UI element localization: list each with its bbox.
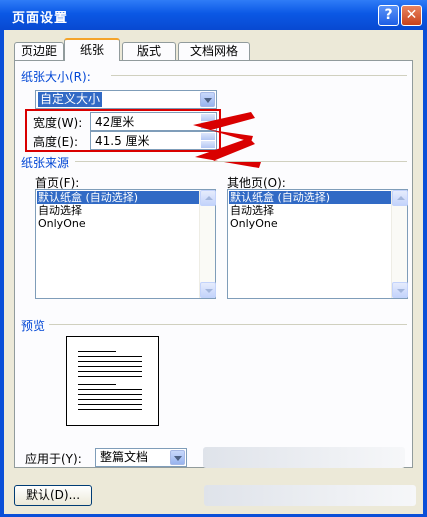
paper-size-value: 自定义大小	[38, 92, 103, 107]
tab-margins[interactable]: 页边距	[14, 42, 64, 61]
help-button[interactable]: ?	[378, 5, 399, 26]
preview-text-line	[78, 356, 142, 357]
annotation-arrows	[193, 112, 261, 168]
list-item[interactable]: OnlyOne	[37, 217, 86, 230]
other-pages-list[interactable]: 默认纸盒 (自动选择) 自动选择 OnlyOne	[227, 189, 408, 299]
list-item[interactable]: OnlyOne	[229, 217, 278, 230]
preview-text-line	[78, 409, 142, 410]
red-arrow-icon	[193, 112, 255, 142]
height-value: 41.5 厘米	[95, 134, 150, 148]
title-bar: 页面设置 ? ✕	[0, 0, 427, 30]
preview-text-line	[78, 376, 142, 377]
divider	[49, 324, 407, 325]
height-label: 高度(E):	[33, 135, 78, 149]
tab-layout[interactable]: 版式	[122, 42, 176, 61]
scrollbar[interactable]	[391, 190, 408, 298]
preview-label: 预览	[21, 319, 46, 333]
list-item[interactable]: 自动选择	[229, 204, 274, 217]
page-setup-dialog: 页面设置 ? ✕ 页边距 纸张 版式 文档网格 纸张大小(R): 自定义大小 宽…	[0, 0, 427, 517]
width-value: 42厘米	[95, 115, 135, 129]
window-title: 页面设置	[12, 11, 69, 26]
scroll-up-icon[interactable]	[392, 190, 408, 206]
preview-text-line	[78, 384, 116, 385]
divider	[111, 75, 407, 76]
preview-text-line	[78, 366, 142, 367]
divider	[75, 161, 407, 162]
print-options-button-faded	[203, 447, 405, 468]
preview-text-line	[78, 361, 142, 362]
tab-paper[interactable]: 纸张	[64, 38, 120, 61]
width-label: 宽度(W):	[33, 116, 83, 130]
preview-text-line	[78, 351, 116, 352]
scrollbar[interactable]	[199, 190, 216, 298]
default-button[interactable]: 默认(D)...	[14, 485, 92, 506]
red-arrow-icon	[195, 138, 261, 168]
close-button[interactable]: ✕	[401, 5, 422, 26]
list-item[interactable]: 自动选择	[37, 204, 82, 217]
chevron-down-icon[interactable]	[170, 450, 185, 465]
ok-cancel-faded	[204, 485, 416, 506]
paper-source-label: 纸张来源	[21, 156, 70, 170]
preview-text-line	[78, 371, 142, 372]
paper-size-label: 纸张大小(R):	[21, 70, 91, 84]
preview-text-line	[78, 389, 142, 390]
preview-text-line	[78, 399, 142, 400]
apply-to-label: 应用于(Y):	[25, 452, 82, 466]
dialog-client: 页边距 纸张 版式 文档网格 纸张大小(R): 自定义大小 宽度(W): 42厘…	[4, 30, 423, 514]
scroll-up-icon[interactable]	[200, 190, 216, 206]
apply-to-select[interactable]: 整篇文档	[95, 448, 187, 467]
preview-page-thumbnail	[66, 336, 159, 426]
list-item[interactable]: 默认纸盒 (自动选择)	[37, 191, 199, 204]
first-page-list[interactable]: 默认纸盒 (自动选择) 自动选择 OnlyOne	[35, 189, 216, 299]
scroll-down-icon[interactable]	[392, 282, 408, 298]
chevron-down-icon[interactable]	[200, 92, 215, 107]
preview-text-line	[78, 404, 142, 405]
scroll-down-icon[interactable]	[200, 282, 216, 298]
list-item[interactable]: 默认纸盒 (自动选择)	[229, 191, 391, 204]
preview-text-line	[78, 394, 142, 395]
apply-to-value: 整篇文档	[100, 450, 149, 464]
tab-document-grid[interactable]: 文档网格	[178, 42, 250, 61]
